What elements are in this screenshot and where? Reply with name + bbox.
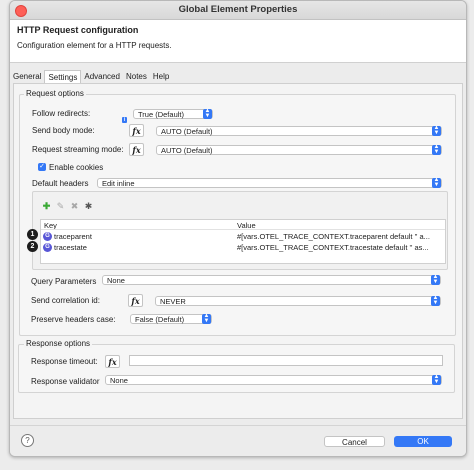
tab-notes[interactable]: Notes [123,70,150,83]
send-body-mode-value: AUTO (Default) [161,127,213,136]
query-parameters-label: Query Parameters [31,277,97,286]
enable-cookies-label: Enable cookies [49,163,104,172]
header-title: HTTP Request configuration [17,25,139,35]
callout-badge: 2 [27,241,38,252]
table-row[interactable]: G tracestate #[vars.OTEL_TRACE_CONTEXT.t… [41,242,445,253]
enable-cookies-checkbox[interactable]: ✓ [38,163,46,171]
row-value: #[vars.OTEL_TRACE_CONTEXT.traceparent de… [237,232,430,241]
response-timeout-input[interactable] [129,355,443,366]
query-parameters-select[interactable]: None ▲ ▼ [102,274,441,285]
dialog-header: HTTP Request configuration Configuration… [10,20,466,63]
follow-redirects-value: True (Default) [138,110,184,119]
cancel-button[interactable]: Cancel [324,436,385,447]
add-icon[interactable]: ✚ [42,202,51,211]
chevron-updown-icon: ▲ ▼ [432,177,441,188]
request-streaming-mode-label: Request streaming mode: [32,145,124,154]
global-element-icon: G [43,243,52,252]
preserve-headers-case-value: False (Default) [135,315,185,324]
tab-bar: General Settings Advanced Notes Help [10,70,172,85]
help-icon[interactable]: ? [21,434,34,447]
global-element-icon: G [43,232,52,241]
callout-badge: 1 [27,229,38,240]
send-correlation-id-select[interactable]: NEVER ▲ ▼ [155,295,441,306]
request-streaming-mode-value: AUTO (Default) [161,146,213,155]
preserve-headers-case-label: Preserve headers case: [31,315,116,324]
request-streaming-mode-select[interactable]: AUTO (Default) ▲ ▼ [156,144,442,155]
window-title: Global Element Properties [178,4,298,15]
send-body-mode-select[interactable]: AUTO (Default) ▲ ▼ [156,125,442,136]
default-headers-label: Default headers [32,179,89,188]
chevron-updown-icon: ▲ ▼ [202,313,211,324]
tab-help[interactable]: Help [150,70,172,83]
chevron-updown-icon: ▲ ▼ [432,374,441,385]
dialog-footer: ? Cancel OK [10,425,466,456]
follow-redirects-select[interactable]: True (Default) ▲ ▼ [133,108,213,119]
title-bar: Global Element Properties [10,1,466,20]
edit-icon[interactable]: ✎ [56,202,65,211]
send-correlation-id-value: NEVER [160,297,186,306]
row-value: #[vars.OTEL_TRACE_CONTEXT.tracestate def… [237,243,429,252]
fx-toggle-button[interactable]: fx [129,143,144,156]
info-icon: i [122,117,127,123]
delete-icon[interactable]: ✖ [70,202,79,211]
fx-toggle-button[interactable]: fx [105,355,120,368]
response-validator-value: None [110,376,128,385]
tab-advanced[interactable]: Advanced [81,70,123,83]
send-correlation-id-label: Send correlation id: [31,296,100,305]
default-headers-select[interactable]: Edit inline ▲ ▼ [97,177,442,188]
preserve-headers-case-select[interactable]: False (Default) ▲ ▼ [130,313,212,324]
header-subtitle: Configuration element for a HTTP request… [17,41,172,50]
table-row[interactable]: G traceparent #[vars.OTEL_TRACE_CONTEXT.… [41,231,445,242]
response-validator-select[interactable]: None ▲ ▼ [105,374,442,385]
row-key: tracestate [54,243,87,252]
remove-all-icon[interactable]: ✱ [84,202,93,211]
follow-redirects-label: Follow redirects: [32,109,91,118]
send-body-mode-label: Send body mode: [32,126,95,135]
response-timeout-label: Response timeout: [31,357,98,366]
request-options-title: Request options [24,89,86,98]
tab-general[interactable]: General [10,70,44,83]
global-element-properties-dialog: Global Element Properties HTTP Request c… [9,0,467,457]
default-headers-value: Edit inline [102,179,135,188]
chevron-updown-icon: ▲ ▼ [432,144,441,155]
response-validator-label: Response validator [31,377,100,386]
fx-toggle-button[interactable]: fx [129,124,144,137]
chevron-updown-icon: ▲ ▼ [432,125,441,136]
chevron-updown-icon: ▲ ▼ [431,295,440,306]
header-divider [41,229,445,230]
ok-button[interactable]: OK [394,436,452,447]
response-options-title: Response options [24,339,93,348]
chevron-updown-icon: ▲ ▼ [203,108,212,119]
query-parameters-value: None [107,276,125,285]
fx-toggle-button[interactable]: fx [128,294,143,307]
headers-table: Key Value G traceparent #[vars.OTEL_TRAC… [40,219,446,264]
row-key: traceparent [54,232,92,241]
chevron-updown-icon: ▲ ▼ [431,274,440,285]
